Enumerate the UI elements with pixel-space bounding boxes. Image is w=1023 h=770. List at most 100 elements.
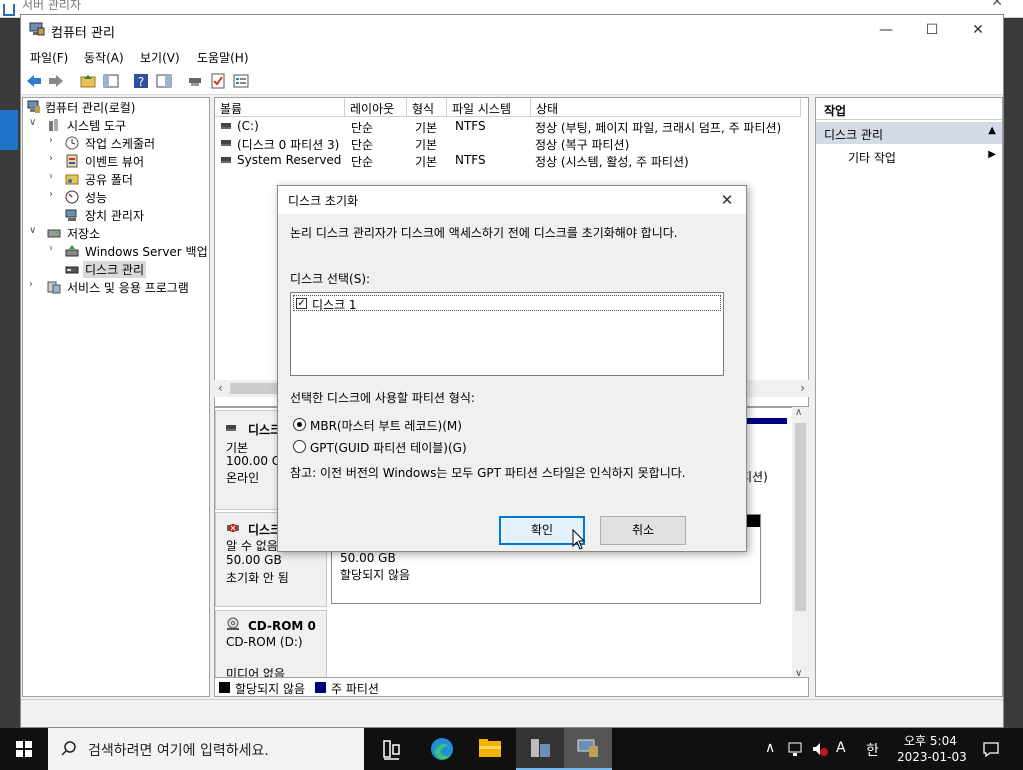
action-more-actions[interactable]: 기타 작업 ▶	[816, 146, 1002, 166]
volume-muted-icon[interactable]	[811, 741, 829, 757]
column-header-status[interactable]: 상태	[531, 98, 801, 117]
backup-icon	[65, 245, 79, 257]
disk-icon	[226, 425, 236, 431]
chevron-down-icon[interactable]: ∨	[29, 225, 36, 236]
column-header-type[interactable]: 형식	[407, 98, 447, 117]
menu-action[interactable]: 동작(A)	[84, 49, 124, 66]
column-header-volume[interactable]: 볼륨	[215, 98, 345, 117]
tools-icon	[49, 119, 58, 131]
clock-icon	[65, 136, 79, 150]
computer-management-icon	[577, 739, 598, 757]
notification-icon[interactable]	[982, 740, 1000, 758]
back-arrow-icon[interactable]	[25, 72, 43, 90]
navigation-tree: 컴퓨터 관리(로컬) ∨ 시스템 도구 › 작업 스케줄러 › 이벤트 뷰어 ›…	[22, 97, 210, 697]
collapse-triangle-icon[interactable]: ▲	[988, 125, 996, 136]
search-placeholder: 검색하려면 여기에 입력하세요.	[88, 743, 269, 759]
table-row[interactable]: (C:) 단순 기본 NTFS 정상 (부팅, 페이지 파일, 크래시 덤프, …	[215, 118, 808, 135]
column-header-filesystem[interactable]: 파일 시스템	[447, 98, 531, 117]
computer-management-icon	[29, 22, 45, 36]
chevron-right-icon[interactable]: ›	[49, 189, 53, 200]
gpt-radio[interactable]	[293, 440, 306, 453]
menu-help[interactable]: 도움말(H)	[197, 49, 249, 66]
cdrom-label[interactable]: CD-ROM 0 CD-ROM (D:) 미디어 없음	[215, 610, 327, 678]
background-window-left-edge	[0, 18, 20, 728]
background-window-right-edge	[1004, 18, 1023, 728]
submenu-arrow-icon: ▶	[988, 149, 996, 160]
initialize-disk-dialog: 디스크 초기화 ✕ 논리 디스크 관리자가 디스크에 액세스하기 전에 디스크를…	[277, 185, 747, 552]
services-icon	[47, 281, 61, 294]
checklist-icon[interactable]	[209, 72, 227, 90]
partition-format-label: 선택한 디스크에 사용할 파티션 형식:	[290, 391, 475, 405]
scroll-thumb[interactable]	[795, 423, 806, 611]
actions-header: 작업	[816, 98, 1002, 120]
scroll-right-icon[interactable]: ›	[800, 381, 805, 395]
menu-file[interactable]: 파일(F)	[30, 49, 68, 66]
window-title: 컴퓨터 관리	[51, 26, 115, 41]
windows-start-icon[interactable]	[0, 728, 48, 770]
cancel-button[interactable]: 취소	[600, 516, 686, 545]
menu-view[interactable]: 보기(V)	[140, 49, 180, 66]
table-row[interactable]: System Reserved 단순 기본 NTFS 정상 (시스템, 활성, …	[215, 152, 808, 169]
column-header-layout[interactable]: 레이아웃	[345, 98, 407, 117]
gpt-label[interactable]: GPT(GUID 파티션 테이블)(G)	[310, 439, 467, 456]
tray-overflow-icon[interactable]: ∧	[765, 740, 775, 756]
volume-icon	[221, 140, 231, 146]
taskbar-computer-management[interactable]	[564, 728, 612, 770]
task-view-icon[interactable]	[368, 728, 416, 770]
chevron-right-icon[interactable]: ›	[49, 153, 53, 164]
event-log-icon	[66, 154, 78, 168]
network-icon[interactable]	[787, 741, 805, 757]
scroll-left-icon[interactable]: ‹	[218, 381, 223, 395]
file-explorer-icon[interactable]	[466, 728, 514, 770]
disk-list-item[interactable]: ✓ 디스크 1	[293, 295, 721, 312]
disk-management-icon	[65, 266, 79, 274]
legend-swatch-unallocated	[219, 682, 230, 693]
properties-pane-icon[interactable]	[155, 72, 173, 90]
ime-language-indicator[interactable]: A	[836, 740, 846, 756]
dialog-close-button[interactable]: ✕	[712, 186, 742, 214]
show-hide-tree-icon[interactable]	[102, 72, 120, 90]
chevron-right-icon[interactable]: ›	[29, 279, 33, 290]
chevron-right-icon[interactable]: ›	[49, 171, 53, 182]
dialog-message: 논리 디스크 관리자가 디스크에 액세스하기 전에 디스크를 초기화해야 합니다…	[290, 226, 678, 240]
list-view-icon[interactable]	[232, 72, 250, 90]
taskbar-server-manager[interactable]	[516, 728, 564, 770]
edge-browser-icon[interactable]	[418, 728, 466, 770]
disk-select-list[interactable]: ✓ 디스크 1	[290, 292, 724, 376]
chevron-right-icon[interactable]: ›	[49, 243, 53, 254]
up-folder-icon[interactable]	[79, 72, 97, 90]
background-window-title: 서버 관리자	[22, 0, 82, 12]
disk-checkbox[interactable]: ✓	[296, 298, 307, 309]
help-icon[interactable]: ?	[132, 72, 150, 90]
mbr-label[interactable]: MBR(마스터 부트 레코드)(M)	[310, 417, 462, 434]
search-icon	[61, 741, 76, 756]
scroll-up-icon[interactable]: ∧	[795, 407, 802, 418]
volume-icon	[221, 157, 231, 163]
connect-icon[interactable]	[186, 72, 204, 90]
taskbar-search[interactable]: 검색하려면 여기에 입력하세요.	[48, 728, 364, 770]
close-button[interactable]: ✕	[955, 15, 1001, 45]
legend-swatch-primary	[315, 682, 326, 693]
clock-time[interactable]: 오후 5:04	[904, 732, 957, 749]
maximize-button[interactable]: ☐	[909, 15, 955, 45]
vertical-scrollbar[interactable]: ∧ ∨	[792, 407, 809, 679]
chevron-right-icon[interactable]: ›	[49, 135, 53, 146]
background-close-icon[interactable]: ✕	[991, 0, 1003, 10]
table-row[interactable]: (디스크 0 파티션 3) 단순 기본 정상 (복구 파티션)	[215, 135, 808, 152]
disk-select-label: 디스크 선택(S):	[290, 272, 371, 286]
window-titlebar: 컴퓨터 관리 — ☐ ✕	[21, 15, 1003, 45]
device-manager-icon	[65, 209, 77, 221]
clock-date[interactable]: 2023-01-03	[897, 750, 967, 764]
dialog-title: 디스크 초기화	[278, 186, 746, 214]
forward-arrow-icon[interactable]	[47, 72, 65, 90]
action-disk-management[interactable]: 디스크 관리 ▲	[816, 122, 1002, 144]
server-manager-icon	[531, 739, 550, 757]
server-manager-icon	[3, 4, 15, 16]
chevron-down-icon[interactable]: ∨	[29, 117, 36, 128]
cd-icon	[227, 617, 239, 630]
toolbar: ?	[21, 67, 1003, 95]
minimize-button[interactable]: —	[863, 15, 909, 45]
ime-mode-indicator[interactable]: 한	[866, 740, 879, 760]
mbr-radio[interactable]	[293, 418, 306, 431]
status-bar	[21, 699, 1003, 727]
